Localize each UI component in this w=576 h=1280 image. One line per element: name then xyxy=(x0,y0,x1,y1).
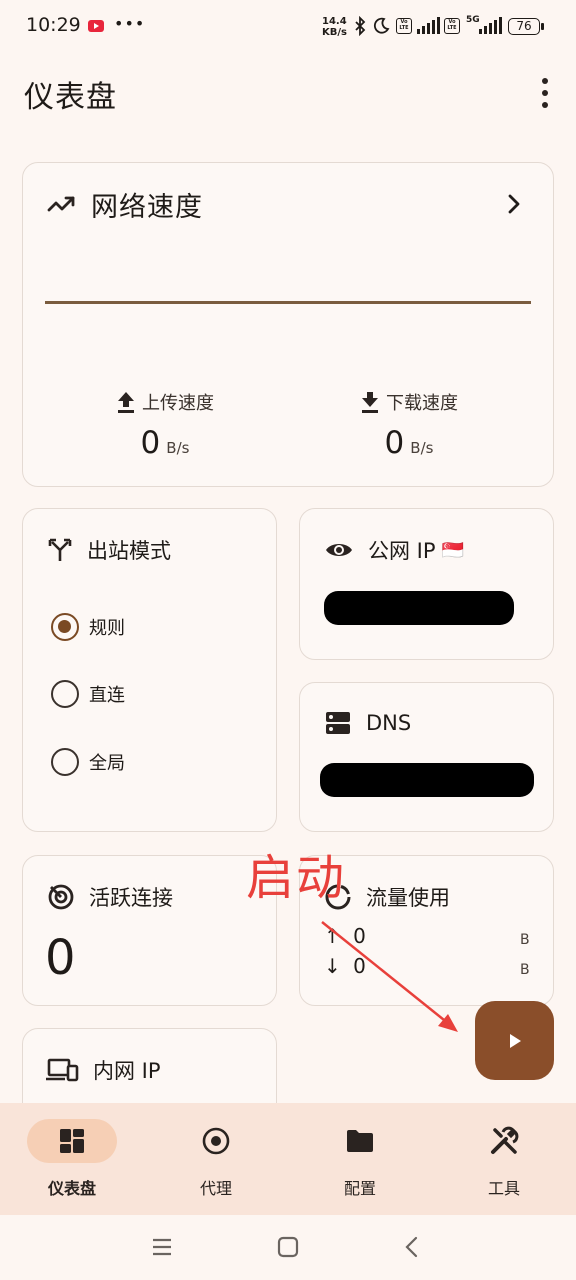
system-navigation-bar xyxy=(0,1215,576,1280)
folder-icon xyxy=(347,1130,373,1152)
recent-apps-icon[interactable] xyxy=(151,1237,173,1257)
mode-option-label: 规则 xyxy=(89,618,125,639)
moon-icon xyxy=(373,17,390,34)
mode-option-direct[interactable]: 直连 xyxy=(51,680,125,708)
signal-sim2-icon xyxy=(479,17,502,34)
net-speed-unit: KB/s xyxy=(322,27,347,38)
public-ip-header: 公网 IP 🇸🇬 xyxy=(324,535,464,565)
mode-option-label: 全局 xyxy=(89,753,125,774)
upload-icon xyxy=(118,392,134,413)
network-speed-title: 网络速度 xyxy=(91,192,203,223)
outbound-mode-card: 出站模式 规则 直连 全局 xyxy=(22,508,277,832)
home-icon[interactable] xyxy=(277,1236,299,1258)
start-button[interactable] xyxy=(475,1001,554,1080)
server-icon xyxy=(326,712,350,734)
more-notifications-indicator: ••• xyxy=(114,14,146,33)
network-speed-header: 网络速度 xyxy=(47,185,203,224)
battery-level: 76 xyxy=(516,19,532,33)
mode-option-rule[interactable]: 规则 xyxy=(51,613,125,641)
volte-sim1-icon: Vo LTE xyxy=(396,18,412,34)
status-time: 10:29 xyxy=(26,14,81,36)
public-ip-title: 公网 IP xyxy=(368,539,436,563)
mode-option-global[interactable]: 全局 xyxy=(51,748,125,776)
back-icon[interactable] xyxy=(404,1236,420,1258)
nav-label: 工具 xyxy=(487,1179,520,1198)
intranet-ip-header: 内网 IP xyxy=(45,1055,161,1085)
volte-sim2-icon: Vo LTE xyxy=(444,18,460,34)
fork-arrows-icon xyxy=(48,538,72,561)
active-connections-title: 活跃连接 xyxy=(89,886,173,910)
flag-icon: 🇸🇬 xyxy=(441,539,464,561)
status-bar: 10:29 ••• 14.4 KB/s Vo LTE Vo LTE 5G 76 xyxy=(0,0,576,56)
annotation-arrow-icon xyxy=(321,921,458,1032)
eye-icon xyxy=(326,544,352,556)
battery-icon: 76 xyxy=(508,18,540,35)
traffic-upload-unit: B xyxy=(520,932,530,948)
devices-icon xyxy=(46,1058,79,1082)
dns-header: DNS xyxy=(324,709,411,737)
nav-pill[interactable] xyxy=(171,1119,261,1163)
bluetooth-icon xyxy=(355,16,366,36)
dns-title: DNS xyxy=(366,711,412,735)
traffic-download-unit: B xyxy=(520,962,530,978)
dashboard-icon xyxy=(60,1129,84,1153)
page-title: 仪表盘 xyxy=(24,80,117,115)
outbound-mode-title: 出站模式 xyxy=(87,539,171,563)
play-icon xyxy=(509,1033,521,1048)
redacted-dns-value xyxy=(320,763,534,797)
tools-icon xyxy=(491,1126,519,1154)
chevron-right-icon[interactable] xyxy=(506,193,522,215)
download-icon xyxy=(362,392,378,413)
redacted-ip-value xyxy=(324,591,514,625)
download-speed: 下载速度 0 B/s xyxy=(309,389,509,461)
outbound-mode-header: 出站模式 xyxy=(47,535,171,565)
download-speed-label: 下载速度 xyxy=(386,393,458,414)
radio-unchecked-icon[interactable] xyxy=(51,748,79,776)
public-ip-card[interactable]: 公网 IP 🇸🇬 xyxy=(299,508,554,660)
nav-label: 代理 xyxy=(199,1179,232,1198)
net-speed-value: 14.4 xyxy=(322,16,347,27)
annotation-start-label: 启动 xyxy=(246,850,347,906)
signal-sim1-icon xyxy=(417,17,440,34)
download-speed-unit: B/s xyxy=(410,439,434,457)
radio-button-icon xyxy=(202,1127,230,1155)
target-icon xyxy=(48,884,74,910)
battery-tip xyxy=(541,23,544,30)
upload-speed-unit: B/s xyxy=(166,439,190,457)
nav-label: 仪表盘 xyxy=(47,1179,96,1198)
nav-item-profiles[interactable]: 配置 xyxy=(300,1119,420,1199)
upload-speed-value: 0 xyxy=(140,425,161,461)
radio-checked-icon[interactable] xyxy=(51,613,79,641)
network-speed-card[interactable]: 网络速度 上传速度 0 B/s 下载速度 0 B/s xyxy=(22,162,554,487)
nav-pill[interactable] xyxy=(315,1119,405,1163)
radio-unchecked-icon[interactable] xyxy=(51,680,79,708)
speed-graph-line xyxy=(45,301,531,304)
nav-pill-active[interactable] xyxy=(27,1119,117,1163)
active-connections-header: 活跃连接 xyxy=(47,882,173,912)
traffic-usage-title: 流量使用 xyxy=(366,886,450,910)
bottom-navigation: 仪表盘 代理 配置 工具 xyxy=(0,1103,576,1215)
intranet-ip-title: 内网 IP xyxy=(93,1059,161,1083)
network-speed-indicator: 14.4 KB/s xyxy=(322,16,347,38)
download-speed-value: 0 xyxy=(384,425,405,461)
dns-card[interactable]: DNS xyxy=(299,682,554,832)
mode-option-label: 直连 xyxy=(89,685,125,706)
active-connections-count: 0 xyxy=(45,930,76,986)
nav-label: 配置 xyxy=(343,1179,376,1198)
trending-icon xyxy=(47,196,75,211)
nav-item-dashboard[interactable]: 仪表盘 xyxy=(12,1119,132,1199)
nav-pill[interactable] xyxy=(459,1119,549,1163)
nav-item-tools[interactable]: 工具 xyxy=(444,1119,564,1199)
active-connections-card[interactable]: 活跃连接 0 xyxy=(22,855,277,1006)
upload-speed: 上传速度 0 B/s xyxy=(65,389,265,461)
upload-speed-label: 上传速度 xyxy=(142,393,214,414)
youtube-notification-icon xyxy=(88,20,104,32)
nav-item-proxy[interactable]: 代理 xyxy=(156,1119,276,1199)
more-options-icon[interactable] xyxy=(533,78,557,108)
